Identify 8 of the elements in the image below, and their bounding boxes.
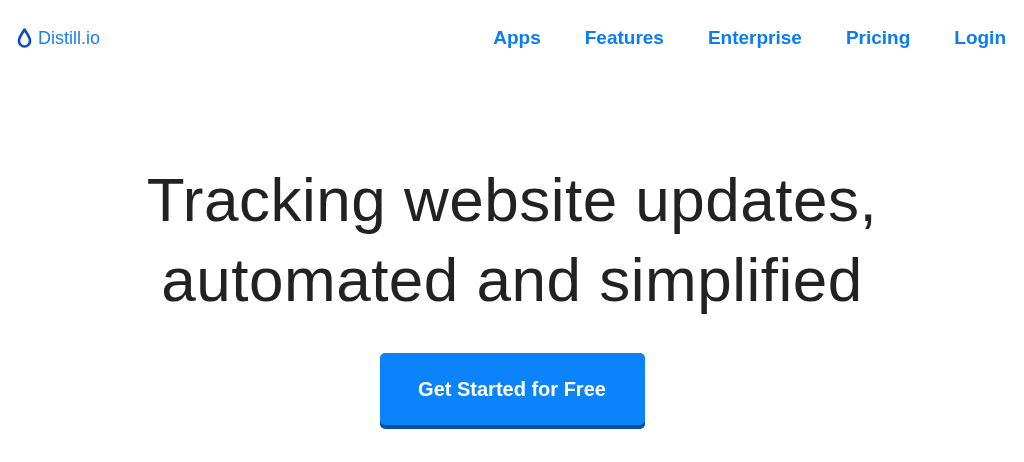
nav-link[interactable]: Apps	[493, 27, 541, 49]
nav-link[interactable]: Login	[954, 27, 1006, 49]
nav-link[interactable]: Pricing	[845, 27, 911, 49]
nav-link[interactable]: Features	[584, 27, 664, 49]
logo-text[interactable]: Distill.io	[38, 27, 100, 49]
nav-link[interactable]: Enterprise	[707, 27, 802, 49]
headline: Tracking website updates, automated and simplified	[146, 164, 878, 316]
droplet-icon	[17, 28, 32, 48]
